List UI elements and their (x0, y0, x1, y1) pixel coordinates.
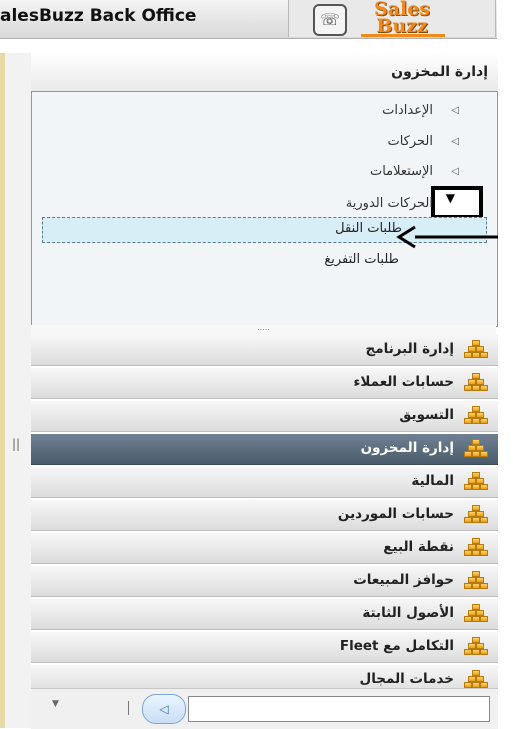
left-gutter: || (0, 53, 32, 728)
nav-item-label: حسابات الموردين (337, 506, 454, 522)
boxes-stack-icon (462, 636, 490, 658)
nav-sections: إدارة البرنامج حسابات العملاء التسويق إد… (31, 335, 498, 698)
nav-item-label: حسابات العملاء (353, 374, 454, 390)
boxes-stack-icon (462, 471, 490, 493)
nav-item-label: التكامل مع Fleet (339, 638, 454, 654)
boxes-stack-icon (462, 405, 490, 427)
chevron-down-icon[interactable]: ▼ (446, 191, 455, 205)
panel-footer: ◁ ▼ (31, 688, 498, 729)
boxes-stack-icon (462, 339, 490, 361)
nav-item-label: نقطة البيع (383, 539, 454, 555)
nav-item-label: التسويق (399, 407, 454, 423)
nav-item-sales-incentives[interactable]: حوافز المبيعات (31, 566, 498, 597)
boxes-stack-icon (462, 537, 490, 559)
panel-header: إدارة المخزون (31, 53, 498, 92)
nav-item-supplier-accounts[interactable]: حسابات الموردين (31, 500, 498, 531)
tree-item-queries[interactable]: ◁ الإستعلامات (32, 161, 497, 183)
tree-item-label: الإستعلامات (369, 164, 433, 179)
right-edge (498, 0, 514, 728)
app-title: alesBuzz Back Office (0, 6, 197, 26)
nav-item-customer-accounts[interactable]: حسابات العملاء (31, 368, 498, 399)
boxes-stack-icon (462, 570, 490, 592)
app-header: alesBuzz Back Office ☏ Sales Buzz (0, 0, 497, 39)
boxes-stack-icon (462, 438, 490, 460)
nav-item-finance[interactable]: المالية (31, 467, 498, 498)
panel-splitter[interactable]: ..... (31, 324, 496, 335)
circle-back-icon[interactable]: ◁ (142, 694, 186, 724)
nav-item-label: الأصول الثابتة (362, 605, 454, 621)
expand-highlight-box: ▼ (431, 186, 483, 219)
inventory-tree: ◁ الإعدادات ◁ الحركات ◁ الإستعلامات ▼ ال… (31, 91, 498, 327)
nav-item-fleet-integration[interactable]: التكامل مع Fleet (31, 632, 498, 663)
collapse-handle[interactable]: || (12, 437, 20, 451)
small-right-triangle-icon: ◁ (451, 166, 459, 177)
footer-text-field[interactable] (188, 696, 490, 722)
tree-item-periodic-transactions[interactable]: ▼ الحركات الدورية (32, 186, 497, 219)
boxes-stack-icon (462, 504, 490, 526)
navigation-panel: إدارة المخزون ◁ الإعدادات ◁ الحركات ◁ ال… (31, 53, 499, 728)
tree-item-label: الإعدادات (382, 103, 433, 118)
nav-item-label: إدارة المخزون (360, 440, 454, 456)
nav-item-label: حوافز المبيعات (353, 572, 454, 588)
logo-glyph-icon: ☏ (313, 4, 347, 36)
dropdown-icon[interactable]: ▼ (52, 699, 59, 709)
tree-item-transactions[interactable]: ◁ الحركات (32, 131, 497, 153)
nav-item-fixed-assets[interactable]: الأصول الثابتة (31, 599, 498, 630)
panel-title: إدارة المخزون (391, 64, 488, 80)
nav-item-label: المالية (411, 473, 454, 489)
boxes-stack-icon (462, 603, 490, 625)
app-logo: ☏ Sales Buzz (288, 0, 496, 37)
sub-item-unloading-requests[interactable]: طلبات التفريغ (42, 248, 485, 272)
tree-item-label: الحركات (387, 134, 433, 149)
nav-item-label: خدمات المجال (359, 671, 454, 687)
small-right-triangle-icon: ◁ (451, 105, 459, 116)
pointer-arrow-icon (396, 225, 513, 249)
boxes-stack-icon (462, 372, 490, 394)
gutter-accent (0, 53, 5, 728)
tree-item-label: الحركات الدورية (345, 196, 433, 211)
sub-item-label: طلبات التفريغ (324, 252, 399, 267)
nav-item-marketing[interactable]: التسويق (31, 401, 498, 432)
nav-item-label: إدارة البرنامج (365, 341, 454, 357)
logo-strip (361, 34, 445, 37)
tree-item-settings[interactable]: ◁ الإعدادات (32, 100, 497, 122)
nav-item-program-admin[interactable]: إدارة البرنامج (31, 335, 498, 366)
nav-item-point-of-sale[interactable]: نقطة البيع (31, 533, 498, 564)
footer-separator (128, 701, 129, 715)
logo-text: Sales Buzz (373, 0, 431, 37)
sub-item-label: طلبات النقل (335, 221, 402, 236)
small-right-triangle-icon: ◁ (451, 136, 459, 147)
nav-item-inventory-admin[interactable]: إدارة المخزون (31, 434, 498, 465)
